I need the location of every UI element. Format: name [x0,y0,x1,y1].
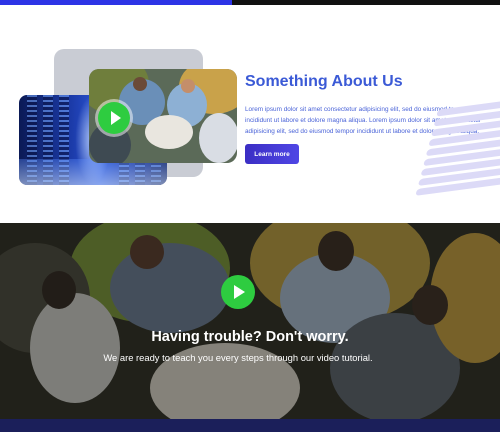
video-heading: Having trouble? Don't worry. [0,329,500,345]
learn-more-button[interactable]: Learn more [245,144,299,164]
play-icon [111,111,121,125]
play-icon [234,285,245,299]
footer-bar [0,419,500,432]
about-play-button[interactable] [98,102,130,134]
about-section: Something About Us Lorem ipsum dolor sit… [0,5,500,223]
about-title: Something About Us [245,73,403,90]
video-play-button[interactable] [221,275,255,309]
video-heading-normal: Having trouble? [151,329,266,345]
video-subheading: We are ready to teach you every steps th… [103,352,373,363]
video-tutorial-section [0,223,500,419]
video-dark-overlay [0,223,500,419]
video-heading-bold: Don't worry. [265,329,349,345]
